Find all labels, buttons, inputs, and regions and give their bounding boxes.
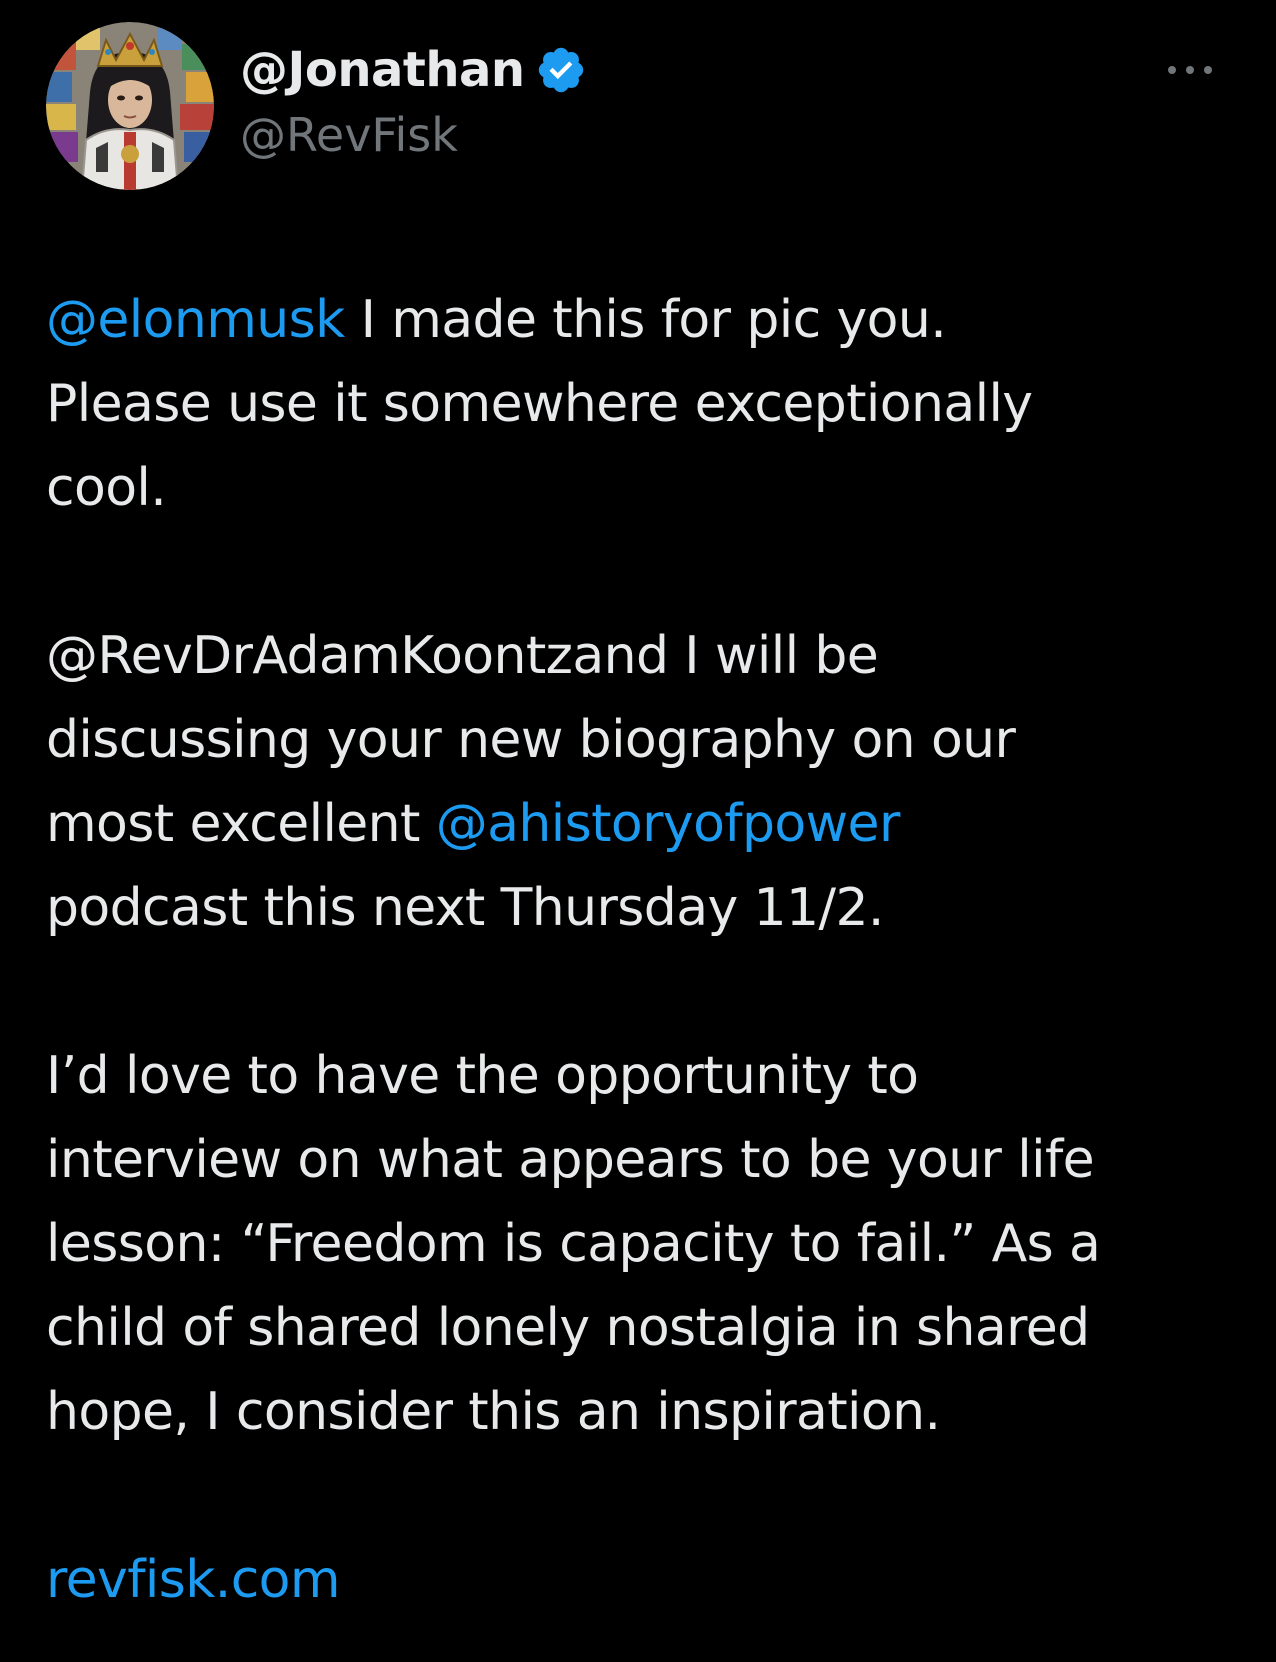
tweet: @Jonathan @RevFisk @elonmusk I made this…	[0, 0, 1276, 1662]
author-handle[interactable]: @RevFisk	[240, 108, 587, 162]
text: @RevDrAdamKoontzand I will be	[46, 626, 879, 686]
text: discussing your new biography on our	[46, 710, 1016, 770]
paragraph-2: @RevDrAdamKoontzand I will be discussing …	[46, 614, 1236, 950]
text: I made this for pic you.	[344, 290, 947, 350]
display-name[interactable]: @Jonathan	[240, 42, 525, 98]
more-options-icon[interactable]	[1168, 60, 1212, 80]
dot	[1168, 66, 1176, 74]
mention-ahistoryofpower[interactable]: @ahistoryofpower	[436, 794, 901, 854]
verified-badge-icon[interactable]	[535, 44, 587, 96]
avatar[interactable]	[46, 22, 214, 190]
tweet-text: @elonmusk I made this for pic you. Please…	[46, 278, 1236, 1622]
text: lesson: “Freedom is capacity to fail.” A…	[46, 1214, 1101, 1274]
text: cool.	[46, 458, 167, 518]
mention-elonmusk[interactable]: @elonmusk	[46, 290, 345, 350]
author-names: @Jonathan @RevFisk	[240, 38, 587, 162]
paragraph-1: @elonmusk I made this for pic you. Please…	[46, 278, 1236, 530]
website-link[interactable]: revfisk.com	[46, 1550, 341, 1610]
text: most excellent	[46, 794, 436, 854]
text: child of shared lonely nostalgia in shar…	[46, 1298, 1090, 1358]
paragraph-3: I’d love to have the opportunity to inter…	[46, 1034, 1236, 1454]
dot	[1186, 66, 1194, 74]
text: hope, I consider this an inspiration.	[46, 1382, 941, 1442]
avatar-image	[46, 22, 214, 190]
paragraph-4: revfisk.com	[46, 1538, 1236, 1622]
text: Please use it somewhere exceptionally	[46, 374, 1033, 434]
text: interview on what appears to be your lif…	[46, 1130, 1095, 1190]
display-name-row: @Jonathan	[240, 38, 587, 102]
text: podcast this next Thursday 11/2.	[46, 878, 884, 938]
tweet-header: @Jonathan @RevFisk	[46, 22, 1230, 190]
dot	[1204, 66, 1212, 74]
text: I’d love to have the opportunity to	[46, 1046, 919, 1106]
